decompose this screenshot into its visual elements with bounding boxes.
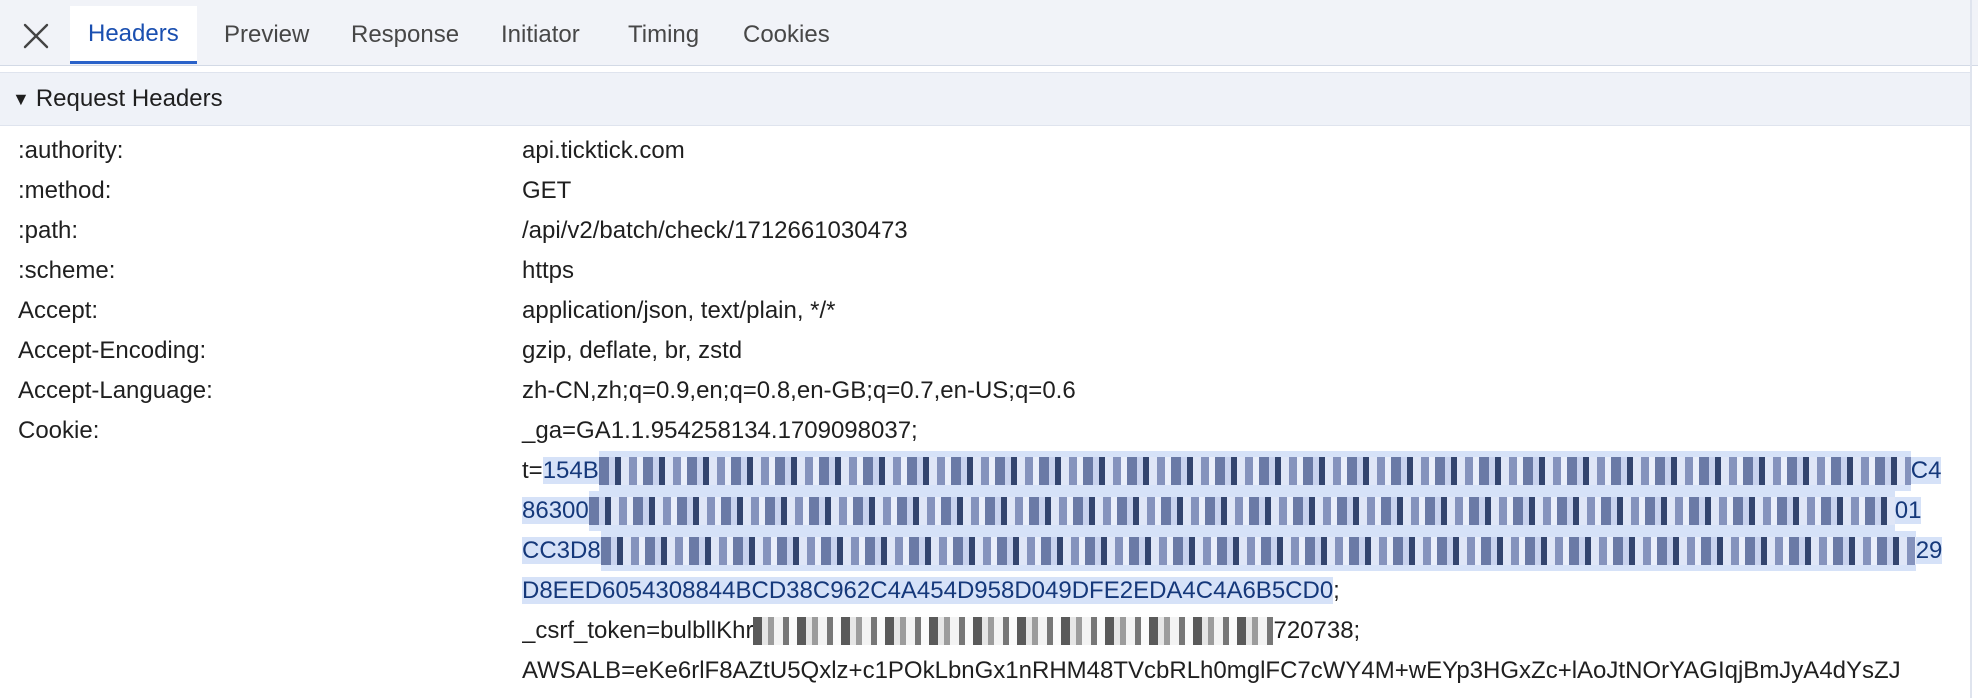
tab-initiator[interactable]: Initiator [483,6,598,64]
header-value: gzip, deflate, br, zstd [522,337,743,364]
header-value: api.ticktick.com [522,137,685,164]
header-name: :authority: [18,137,124,164]
header-value: application/json, text/plain, */* [522,297,836,324]
cookie-awsalb-line: AWSALB=eKe6rlF8AZtU5Qxlz+c1POkLbnGx1nRHM… [522,651,1942,691]
cookie-csrf-end: 720738; [1273,617,1361,644]
redacted-block [598,451,1911,491]
request-headers-section-toggle[interactable]: ▼ Request Headers [0,72,1970,126]
section-title: Request Headers [35,85,223,112]
header-row-scheme: :scheme: https [0,251,1970,291]
header-name: Accept-Language: [18,377,213,404]
header-row-accept-language: Accept-Language: zh-CN,zh;q=0.9,en;q=0.8… [0,371,1970,411]
cookie-t-line3-end: 29 [1915,537,1942,564]
tab-timing[interactable]: Timing [610,6,717,64]
redacted-block [588,491,1895,531]
header-value: _ga=GA1.1.954258134.1709098037; [522,417,918,444]
header-value: https [522,257,575,284]
cookie-t-line2-start: 86300 [522,497,589,524]
devtools-tabbar: Headers Preview Response Initiator Timin… [0,0,1978,66]
redacted-block [600,531,1916,571]
header-row-method: :method: GET [0,171,1970,211]
disclosure-triangle-icon: ▼ [12,88,30,109]
cookie-t-line-4: D8EED6054308844BCD38C962C4A454D958D049DF… [522,571,1942,611]
header-row-accept: Accept: application/json, text/plain, */… [0,291,1970,331]
cookie-t-line4: D8EED6054308844BCD38C962C4A454D958D049DF… [522,577,1334,604]
tab-cookies[interactable]: Cookies [725,6,848,64]
header-value: zh-CN,zh;q=0.9,en;q=0.8,en-GB;q=0.7,en-U… [522,377,1076,404]
header-name: Accept: [18,297,99,324]
header-name: :method: [18,177,112,204]
cookie-t-prefix: t= [522,457,543,484]
header-name: Accept-Encoding: [18,337,207,364]
cookie-t-line-3: CC3D8 29 [522,531,1942,571]
cookie-csrf-start: _csrf_token=bulbllKhr [522,617,754,644]
cookie-t-line-1: t=154B C4 [522,451,1942,491]
cookie-t-line4-suffix: ; [1333,577,1340,604]
cookie-awsalb: AWSALB=eKe6rlF8AZtU5Qxlz+c1POkLbnGx1nRHM… [522,657,1901,684]
header-row-authority: :authority: api.ticktick.com [0,131,1970,171]
cookie-t-selected-start: 154B [542,457,599,484]
header-name: :scheme: [18,257,116,284]
header-row-accept-encoding: Accept-Encoding: gzip, deflate, br, zstd [0,331,1970,371]
tab-headers[interactable]: Headers [70,6,197,64]
close-icon[interactable] [18,20,54,52]
cookie-t-line-2: 86300 01 [522,491,1942,531]
cookie-t-line3-start: CC3D8 [522,537,601,564]
header-row-cookie: Cookie: _ga=GA1.1.954258134.1709098037; [0,411,1970,451]
header-value: /api/v2/batch/check/1712661030473 [522,217,908,244]
header-name: Cookie: [18,417,100,444]
header-row-path: :path: /api/v2/batch/check/1712661030473 [0,211,1970,251]
tab-response[interactable]: Response [333,6,477,64]
cookie-t-line2-end: 01 [1894,497,1922,524]
tab-preview[interactable]: Preview [206,6,327,64]
header-value: GET [522,177,572,204]
cookie-t-selected-end: C4 [1910,457,1942,484]
panel-right-border [1970,0,1972,698]
redacted-block [753,611,1274,651]
header-name: :path: [18,217,79,244]
cookie-csrf-line: _csrf_token=bulbllKhr 720738; [522,611,1942,651]
